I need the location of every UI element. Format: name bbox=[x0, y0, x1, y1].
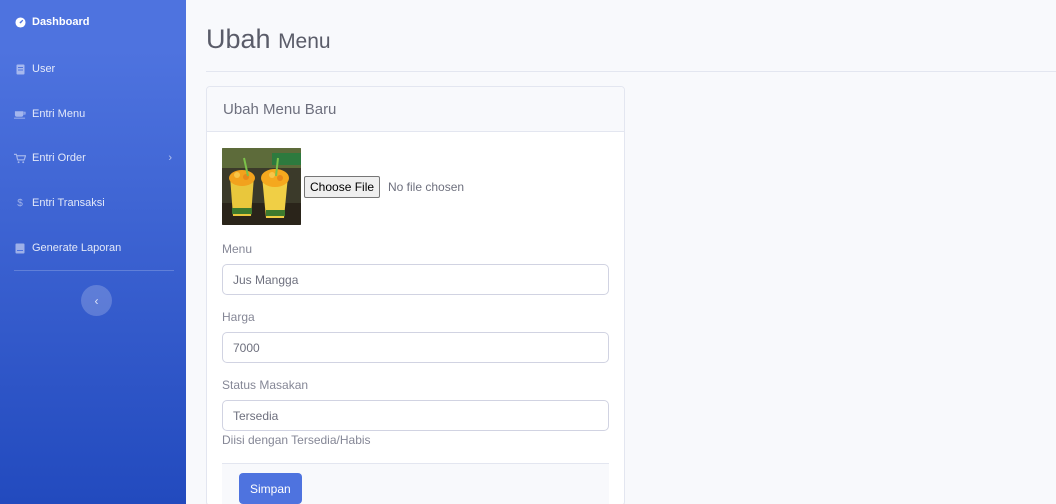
sidebar-item-label: Entri Menu bbox=[32, 108, 86, 120]
card-footer: Simpan bbox=[222, 463, 609, 504]
edit-menu-card: Ubah Menu Baru Choose File No file chose… bbox=[206, 86, 625, 504]
sidebar: Dashboard User Entri Menu Entri Order › … bbox=[0, 0, 186, 504]
title-divider bbox=[206, 71, 1056, 72]
chevron-left-icon: ‹ bbox=[94, 293, 99, 308]
utensils-icon bbox=[14, 108, 26, 120]
save-button[interactable]: Simpan bbox=[239, 473, 302, 504]
menu-input[interactable] bbox=[222, 264, 609, 295]
file-status-text: No file chosen bbox=[388, 180, 465, 194]
card-title: Ubah Menu Baru bbox=[223, 100, 337, 118]
sidebar-item-dashboard[interactable]: Dashboard bbox=[0, 0, 186, 44]
user-icon bbox=[14, 63, 26, 75]
menu-label: Menu bbox=[222, 242, 253, 256]
app: Dashboard User Entri Menu Entri Order › … bbox=[0, 0, 1056, 504]
status-input[interactable] bbox=[222, 400, 609, 431]
page-title-sub: Menu bbox=[278, 30, 331, 53]
harga-label: Harga bbox=[222, 310, 255, 324]
sidebar-item-entri-menu[interactable]: Entri Menu bbox=[0, 92, 186, 136]
sidebar-item-entri-transaksi[interactable]: $ Entri Transaksi bbox=[0, 181, 186, 225]
sidebar-item-label: Dashboard bbox=[32, 16, 90, 28]
dollar-icon: $ bbox=[17, 197, 23, 209]
book-icon bbox=[14, 242, 26, 254]
cart-icon bbox=[14, 152, 26, 164]
choose-file-button[interactable]: Choose File bbox=[304, 176, 381, 198]
sidebar-item-user[interactable]: User bbox=[0, 47, 186, 91]
menu-image-preview bbox=[222, 148, 301, 225]
sidebar-item-label: Entri Order bbox=[32, 152, 86, 164]
card-header: Ubah Menu Baru bbox=[207, 87, 624, 132]
sidebar-toggle-button[interactable]: ‹ bbox=[81, 285, 112, 316]
sidebar-item-label: Generate Laporan bbox=[32, 242, 122, 254]
status-help-text: Diisi dengan Tersedia/Habis bbox=[222, 433, 371, 447]
status-label: Status Masakan bbox=[222, 378, 309, 392]
chevron-right-icon: › bbox=[168, 152, 172, 164]
page-title-main: Ubah bbox=[206, 24, 271, 54]
sidebar-item-generate-laporan[interactable]: Generate Laporan bbox=[0, 226, 186, 270]
sidebar-item-label: Entri Transaksi bbox=[32, 197, 105, 209]
sidebar-divider bbox=[14, 270, 174, 271]
sidebar-item-label: User bbox=[32, 63, 56, 75]
tachometer-icon bbox=[14, 16, 26, 28]
sidebar-item-entri-order[interactable]: Entri Order › bbox=[0, 136, 186, 180]
page-title: Ubah Menu bbox=[206, 24, 331, 55]
harga-input[interactable] bbox=[222, 332, 609, 363]
